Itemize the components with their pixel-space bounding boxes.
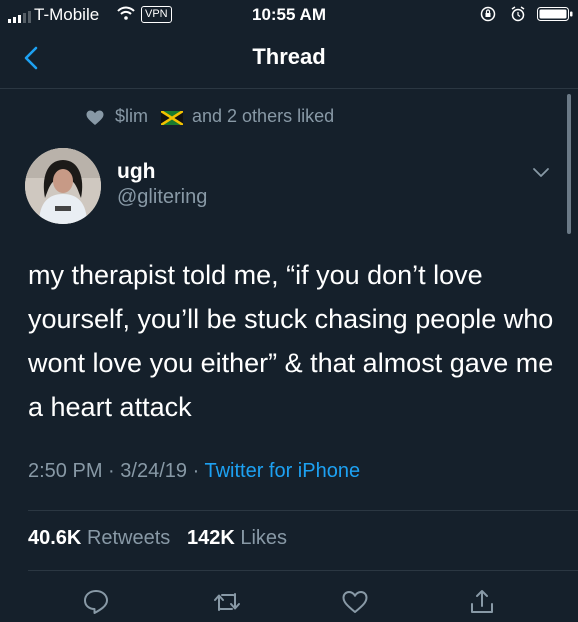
liker-name[interactable]: $lim bbox=[115, 106, 148, 127]
rotation-lock-icon bbox=[480, 6, 496, 22]
retweets-label: Retweets bbox=[86, 527, 171, 549]
meta-divider bbox=[28, 510, 578, 511]
avatar-image bbox=[25, 148, 101, 224]
nav-divider bbox=[0, 88, 578, 89]
tweet-source-link[interactable]: Twitter for iPhone bbox=[204, 460, 360, 482]
retweets-count: 40.6K bbox=[28, 527, 82, 549]
liked-summary: and 2 others liked bbox=[192, 106, 335, 126]
retweets-stat[interactable]: 40.6K Retweets bbox=[28, 527, 170, 549]
tweet-text: my therapist told me, “if you don’t love… bbox=[28, 260, 554, 422]
chevron-down-icon[interactable] bbox=[532, 166, 550, 178]
jamaica-flag-icon bbox=[161, 111, 183, 125]
page-title: Thread bbox=[252, 44, 326, 69]
avatar[interactable] bbox=[25, 148, 101, 224]
status-bar: T-Mobile VPN 10:55 AM bbox=[0, 0, 578, 34]
like-icon[interactable] bbox=[341, 588, 369, 616]
reply-icon[interactable] bbox=[82, 588, 110, 616]
tweet-time: 2:50 PM bbox=[28, 460, 103, 482]
likes-stat[interactable]: 142K Likes bbox=[187, 527, 287, 549]
scrollbar[interactable] bbox=[567, 94, 571, 234]
author-handle[interactable]: @glitering bbox=[117, 186, 207, 209]
likes-count: 142K bbox=[186, 527, 235, 549]
share-icon[interactable] bbox=[468, 588, 496, 616]
heart-icon bbox=[86, 110, 104, 125]
battery-icon bbox=[537, 7, 573, 21]
stats-divider bbox=[28, 570, 578, 571]
tweet-meta: 2:50 PM · 3/24/19 · Twitter for iPhone bbox=[28, 460, 360, 483]
alarm-icon bbox=[511, 6, 525, 22]
meta-separator: · bbox=[192, 460, 200, 482]
likes-label: Likes bbox=[240, 527, 288, 549]
tweet-stats: 40.6K Retweets 142K Likes bbox=[28, 527, 287, 550]
retweet-icon[interactable] bbox=[213, 588, 241, 616]
meta-separator: · bbox=[108, 460, 115, 482]
tweet-date: 3/24/19 bbox=[120, 460, 188, 482]
author-name[interactable]: ugh bbox=[117, 160, 155, 184]
